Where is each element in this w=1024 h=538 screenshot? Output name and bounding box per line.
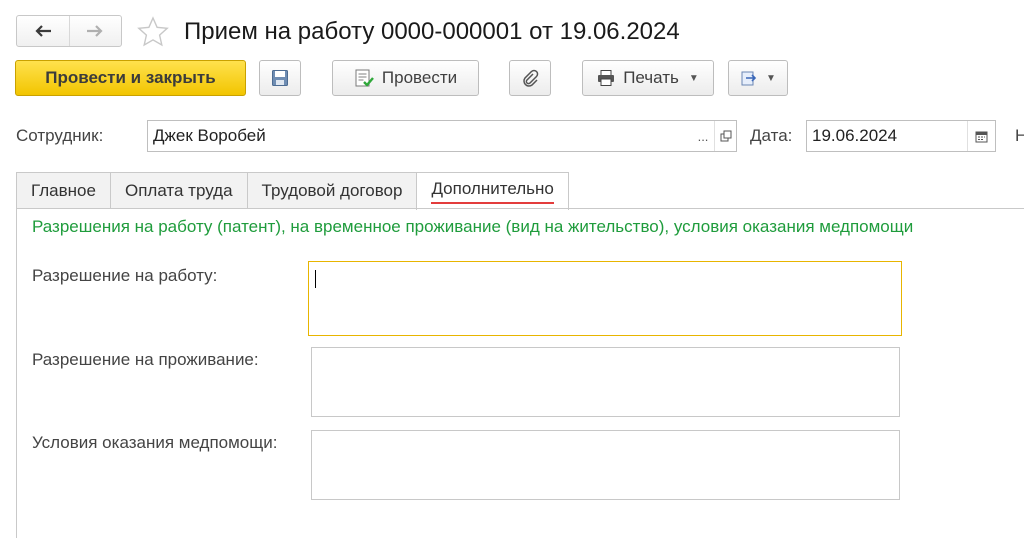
floppy-disk-icon [272, 70, 288, 86]
open-window-icon [720, 130, 731, 142]
medical-terms-input[interactable] [311, 430, 900, 500]
text-cursor [315, 270, 316, 288]
export-icon [741, 71, 757, 86]
printer-icon [598, 70, 615, 86]
clipped-field-label: Н [1015, 126, 1024, 145]
arrow-left-icon [35, 25, 51, 37]
post-and-close-button[interactable]: Провести и закрыть [15, 60, 246, 96]
date-field[interactable]: 19.06.2024 [806, 120, 996, 152]
post-document-icon [355, 69, 374, 87]
print-button[interactable]: Печать ▼ [582, 60, 714, 96]
chevron-down-icon: ▼ [688, 72, 699, 84]
calendar-button[interactable] [967, 121, 995, 151]
attach-button[interactable] [509, 60, 551, 96]
ellipsis-icon: ... [697, 128, 709, 144]
tab-label: Главное [31, 181, 96, 200]
date-value: 19.06.2024 [812, 126, 898, 145]
tab-label: Трудовой договор [261, 181, 403, 200]
employee-label: Сотрудник: [16, 126, 104, 145]
calendar-icon [975, 131, 988, 142]
tab-label: Оплата труда [124, 181, 233, 200]
open-employee-button[interactable] [714, 121, 736, 151]
tab-employment-contract[interactable]: Трудовой договор [246, 172, 418, 209]
tab-payroll[interactable]: Оплата труда [109, 172, 248, 209]
more-actions-button[interactable]: ▼ [728, 60, 788, 96]
medical-terms-label: Условия оказания медпомощи: [32, 433, 278, 452]
favorite-button[interactable] [136, 15, 170, 49]
employee-field[interactable]: Джек Воробей ... [147, 120, 737, 152]
chevron-down-icon: ▼ [766, 72, 776, 84]
work-permit-input[interactable] [308, 261, 902, 336]
date-label: Дата: [750, 126, 793, 145]
select-employee-button[interactable]: ... [692, 121, 714, 151]
save-button[interactable] [259, 60, 301, 96]
post-and-close-label: Провести и закрыть [45, 68, 216, 87]
residence-permit-label: Разрешение на проживание: [32, 350, 259, 369]
work-permit-label: Разрешение на работу: [32, 266, 218, 285]
tab-additional[interactable]: Дополнительно [416, 172, 569, 210]
page-title: Прием на работу 0000-000001 от 19.06.202… [184, 18, 680, 45]
paperclip-icon [523, 69, 539, 87]
employee-value: Джек Воробей [153, 126, 266, 145]
print-label: Печать [623, 68, 679, 87]
back-button[interactable] [17, 16, 69, 46]
navigation-buttons [16, 15, 122, 47]
star-icon [137, 16, 169, 47]
post-button[interactable]: Провести [332, 60, 479, 96]
arrow-right-icon [87, 25, 103, 37]
post-label: Провести [381, 68, 458, 87]
tab-bar: Главное Оплата труда Трудовой договор До… [16, 172, 569, 210]
tab-main[interactable]: Главное [16, 172, 111, 209]
permits-group-title: Разрешения на работу (патент), на времен… [32, 217, 914, 236]
residence-permit-input[interactable] [311, 347, 900, 417]
forward-button[interactable] [68, 16, 122, 46]
tab-label: Дополнительно [431, 179, 554, 204]
